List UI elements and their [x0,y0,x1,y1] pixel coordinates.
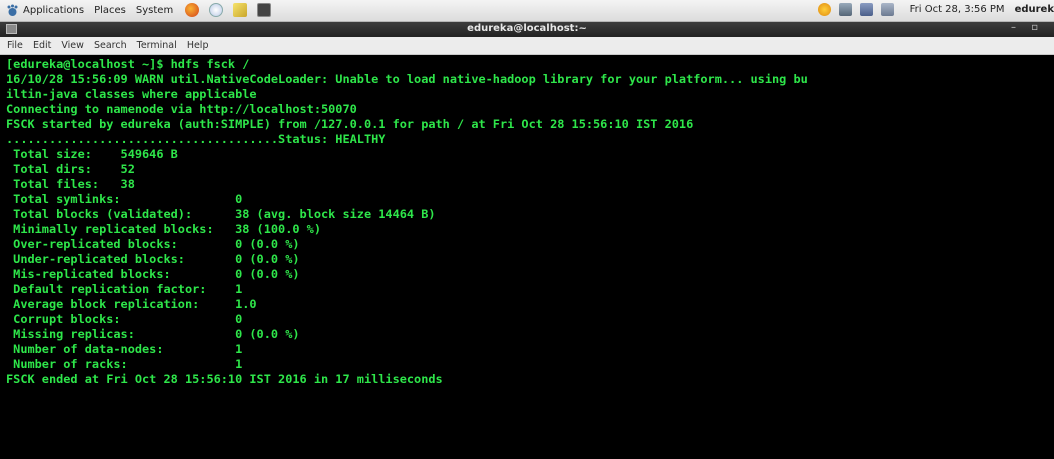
system-menu[interactable]: System [136,5,173,16]
racks-line: Number of racks: 1 [6,357,243,371]
symlinks-line: Total symlinks: 0 [6,192,243,206]
terminal-menubar: File Edit View Search Terminal Help [0,37,1054,55]
warn-line-cont: iltin-java classes where applicable [6,87,257,101]
menu-terminal[interactable]: Terminal [137,40,177,51]
avg-replication-line: Average block replication: 1.0 [6,297,257,311]
applications-menu[interactable]: Applications [23,5,84,16]
text-editor-icon[interactable] [233,3,248,17]
firefox-icon[interactable] [185,3,200,17]
over-replicated-line: Over-replicated blocks: 0 (0.0 %) [6,237,300,251]
terminal-launcher-icon[interactable] [257,3,272,17]
fsck-end-line: FSCK ended at Fri Oct 28 15:56:10 IST 20… [6,372,443,386]
prompt-line: [edureka@localhost ~]$ hdfs fsck / [6,57,250,71]
total-dirs-line: Total dirs: 52 [6,162,135,176]
volume-icon[interactable] [859,3,873,16]
terminal-area[interactable]: [edureka@localhost ~]$ hdfs fsck / 16/10… [0,55,1054,459]
network-icon[interactable] [838,3,852,16]
total-blocks-line: Total blocks (validated): 38 (avg. block… [6,207,436,221]
warn-line: 16/10/28 15:56:09 WARN util.NativeCodeLo… [6,72,808,86]
mis-replicated-line: Mis-replicated blocks: 0 (0.0 %) [6,267,300,281]
fsck-start-line: FSCK started by edureka (auth:SIMPLE) fr… [6,117,694,131]
menu-edit[interactable]: Edit [33,40,51,51]
menu-view[interactable]: View [61,40,84,51]
total-size-line: Total size: 549646 B [6,147,178,161]
display-icon[interactable] [880,3,894,16]
data-nodes-line: Number of data-nodes: 1 [6,342,243,356]
window-controls[interactable]: – ▫ [1011,22,1044,33]
menu-file[interactable]: File [7,40,23,51]
status-line: ......................................St… [6,132,386,146]
window-title: edureka@localhost:~ [467,23,587,34]
update-icon[interactable] [817,3,831,16]
panel-launchers [185,3,281,17]
panel-clock[interactable]: Fri Oct 28, 3:56 PM [910,4,1005,15]
menu-help[interactable]: Help [187,40,209,51]
connect-line: Connecting to namenode via http://localh… [6,102,357,116]
missing-replicas-line: Missing replicas: 0 (0.0 %) [6,327,300,341]
under-replicated-line: Under-replicated blocks: 0 (0.0 %) [6,252,300,266]
gnome-foot-icon [7,4,18,16]
system-tray: Fri Oct 28, 3:56 PM edurek [817,3,1054,16]
min-replicated-line: Minimally replicated blocks: 38 (100.0 %… [6,222,321,236]
user-menu[interactable]: edurek [1015,4,1054,15]
menu-search[interactable]: Search [94,40,127,51]
window-titlebar[interactable]: edureka@localhost:~ – ▫ [0,22,1054,37]
places-menu[interactable]: Places [94,5,126,16]
help-icon[interactable] [209,3,224,17]
replication-factor-line: Default replication factor: 1 [6,282,243,296]
corrupt-blocks-line: Corrupt blocks: 0 [6,312,243,326]
panel-menus: Applications Places System [6,3,281,17]
top-panel: Applications Places System Fri Oct 28, 3… [0,0,1054,22]
total-files-line: Total files: 38 [6,177,135,191]
